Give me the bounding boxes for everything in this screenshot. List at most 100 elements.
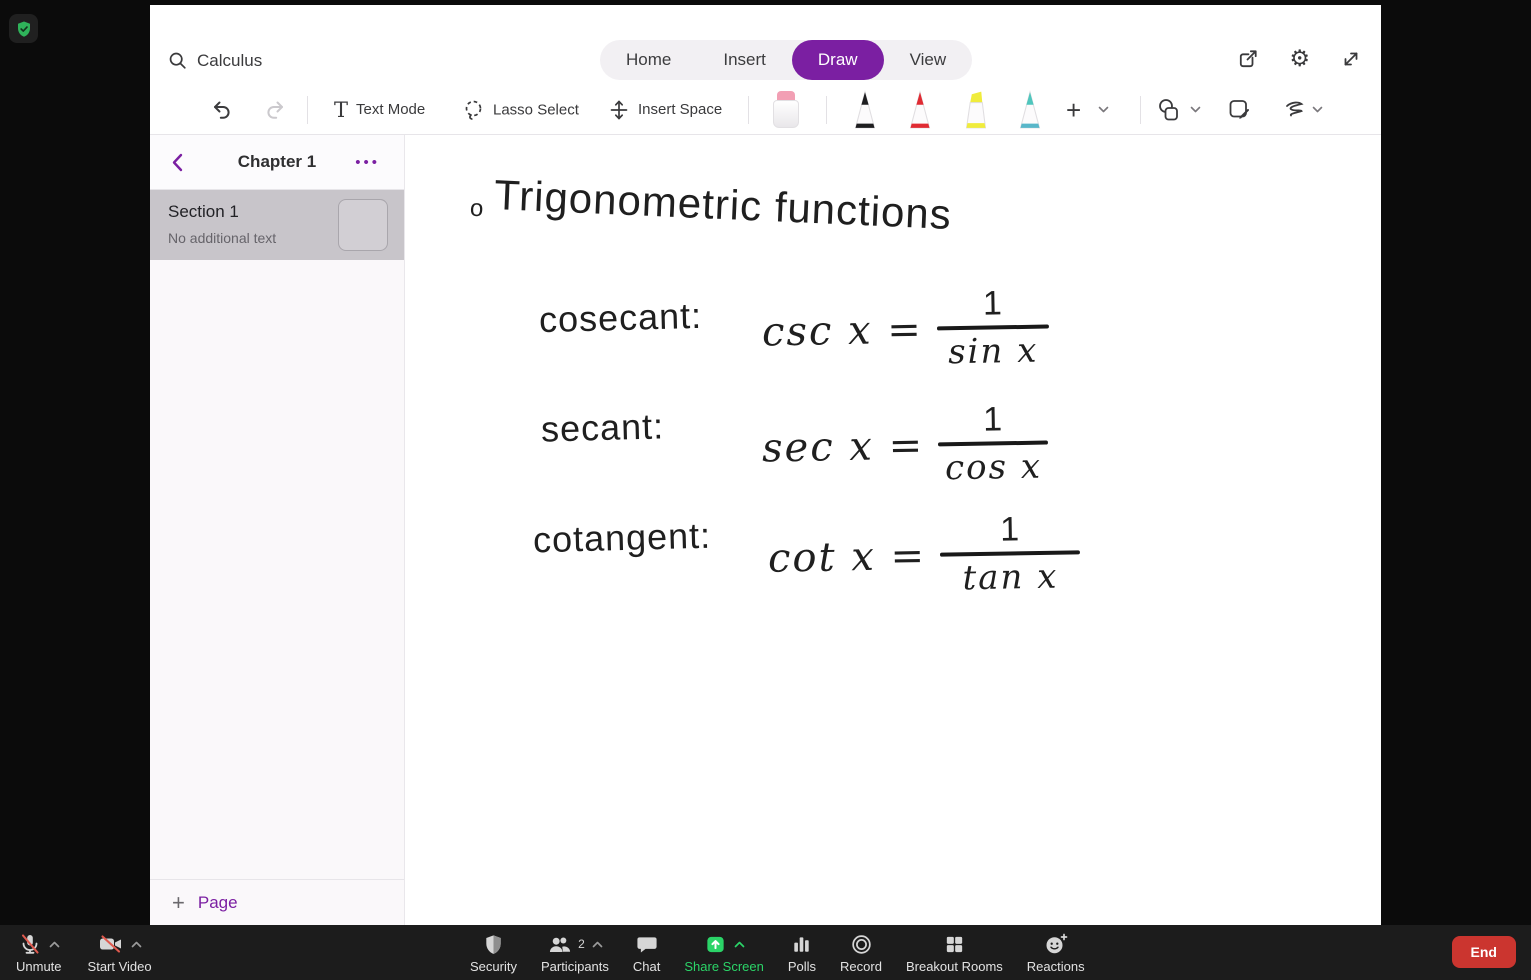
tab-draw[interactable]: Draw [791,40,884,80]
green-shield-check-icon [17,21,30,37]
yellow-highlighter-tool[interactable] [961,90,991,130]
participants-count-badge: 2 [578,937,585,951]
fraction-numerator: 1 [999,510,1020,549]
toolbar-divider [826,95,827,124]
toolbar-divider [1140,95,1141,124]
insert-space-label: Insert Space [638,101,723,118]
teal-pen-tool[interactable] [1016,89,1044,130]
text-mode-button[interactable]: T Text Mode [334,98,425,122]
formula-lhs: csc x = [761,306,924,356]
meeting-control-bar: Unmute Start Video Security 2 Participan… [0,925,1531,980]
handwritten-bullet: o [469,194,485,223]
chapter-menu-button[interactable]: ••• [355,154,380,171]
ink-scribble-icon[interactable] [1282,98,1308,122]
eraser-tool[interactable] [772,90,800,129]
formula-label: cosecant: [538,294,703,341]
breakout-rooms-label: Breakout Rooms [905,959,1003,974]
formula-label: secant: [540,405,665,450]
video-options-chevron-icon[interactable] [131,941,142,948]
insert-space-button[interactable]: Insert Space [608,99,722,121]
note-canvas[interactable]: o Trigonometric functions cosecant: csc … [406,135,1381,925]
sidebar-header: Chapter 1 ••• [150,135,404,190]
search-value: Calculus [197,51,263,70]
share-screen-chevron-icon[interactable] [734,941,745,948]
record-icon [851,934,871,954]
share-screen-button[interactable]: Share Screen [684,931,764,974]
app-top-bar: Calculus Home Insert Draw View ⚙ [150,5,1381,85]
fraction-denominator: cos x [944,446,1043,489]
record-label: Record [840,959,882,974]
redo-icon[interactable] [263,98,287,122]
unmute-label: Unmute [16,959,62,974]
fraction-bar [938,440,1049,447]
fraction: 1 sin x [936,284,1049,373]
meeting-security-badge[interactable] [9,14,38,43]
start-video-button[interactable]: Start Video [88,931,152,974]
lasso-select-button[interactable]: Lasso Select [462,98,579,121]
section-subtitle: No additional text [168,230,277,246]
shapes-tool-icon[interactable] [1156,97,1182,123]
camera-off-icon [99,935,121,953]
section-list-item-selected[interactable]: Section 1 No additional text [150,190,404,260]
end-meeting-button[interactable]: End [1451,936,1516,968]
participants-chevron-icon[interactable] [592,941,603,948]
formula-equation: csc x = 1 sin x [761,284,1049,375]
toolbar-divider [307,95,308,124]
record-button[interactable]: Record [840,931,882,974]
tab-view[interactable]: View [884,40,973,80]
add-page-button[interactable]: + Page [150,879,404,925]
fullscreen-expand-icon[interactable] [1339,47,1363,71]
reactions-button[interactable]: Reactions [1027,931,1085,974]
search-icon [169,52,186,69]
fraction-bar [936,324,1049,331]
draw-toolbar: T Text Mode Lasso Select Insert Space + [150,85,1381,135]
ribbon-tabs: Home Insert Draw View [600,40,973,80]
add-pen-chevron-icon[interactable] [1098,106,1109,114]
start-video-label: Start Video [87,959,152,974]
tab-home[interactable]: Home [600,40,697,80]
formula-equation: sec x = 1 cos x [761,400,1049,491]
insert-space-icon [610,100,628,119]
search-field[interactable]: Calculus [168,51,262,71]
fraction-bar [940,550,1081,557]
share-icon[interactable] [1236,47,1260,71]
mic-muted-icon [21,934,39,954]
pages-sidebar: Chapter 1 ••• Section 1 No additional te… [150,135,405,925]
lasso-icon [465,100,482,120]
formula-lhs: sec x = [761,422,925,472]
unmute-options-chevron-icon[interactable] [49,941,60,948]
red-pen-tool[interactable] [906,89,934,130]
security-button[interactable]: Security [470,931,517,974]
lasso-select-label: Lasso Select [493,101,579,118]
add-page-plus-icon: + [172,889,185,915]
reactions-label: Reactions [1026,959,1085,974]
fraction-denominator: sin x [947,330,1039,373]
breakout-rooms-button[interactable]: Breakout Rooms [906,931,1003,974]
polls-bar-chart-icon [794,936,810,952]
share-screen-icon [706,936,724,952]
fraction: 1 tan x [939,510,1081,598]
shapes-chevron-icon[interactable] [1190,106,1201,114]
handwritten-title: Trigonometric functions [493,171,953,238]
text-mode-label: Text Mode [356,101,426,118]
participants-label: Participants [540,959,609,974]
chat-button[interactable]: Chat [633,931,660,974]
fraction-numerator: 1 [982,400,1003,439]
sticky-note-pen-icon[interactable] [1227,97,1252,122]
fraction: 1 cos x [937,400,1049,489]
reactions-smiley-icon [1046,933,1068,954]
participants-button[interactable]: 2 Participants [541,931,609,974]
polls-button[interactable]: Polls [788,931,816,974]
unmute-button[interactable]: Unmute [16,931,62,974]
toolbar-divider [748,95,749,124]
formula-equation: cot x = 1 tan x [767,510,1081,601]
section-title: Section 1 [168,202,239,221]
settings-gear-icon[interactable]: ⚙ [1289,47,1310,71]
undo-icon[interactable] [210,98,234,122]
share-screen-label: Share Screen [684,959,764,974]
add-pen-button[interactable]: + [1066,97,1081,123]
ink-chevron-icon[interactable] [1312,106,1323,114]
security-shield-icon [486,934,501,954]
tab-insert[interactable]: Insert [697,40,792,80]
black-pen-tool[interactable] [851,89,879,130]
